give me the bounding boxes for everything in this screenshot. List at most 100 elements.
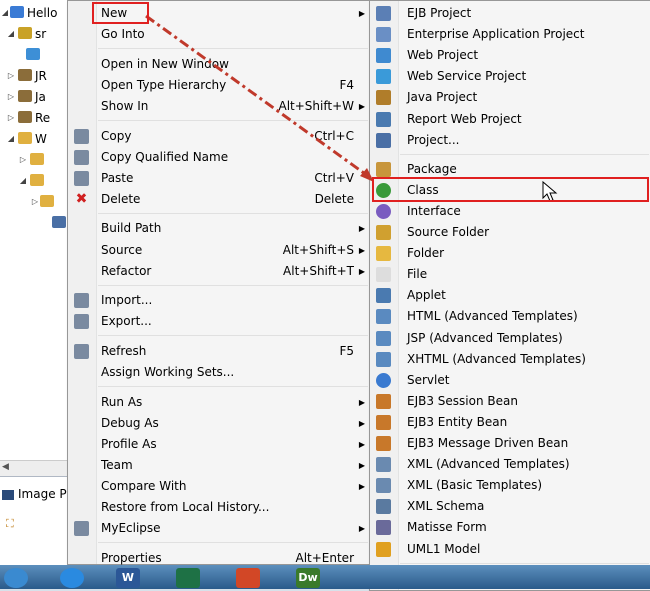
start-orb[interactable] <box>4 568 28 588</box>
expand-twisty-icon[interactable]: ▷ <box>18 150 28 170</box>
new-web-service-project[interactable]: Web Service Project <box>370 66 650 87</box>
new-html-advanced-templates[interactable]: HTML (Advanced Templates) <box>370 306 650 327</box>
expand-twisty-icon[interactable]: ▷ <box>6 87 16 107</box>
new-report-web-project[interactable]: Report Web Project <box>370 109 650 130</box>
ie-icon[interactable] <box>60 568 84 588</box>
menu-item-label: Team <box>101 457 133 472</box>
expand-twisty-icon[interactable]: ▷ <box>6 66 16 86</box>
menu-item-open-in-new-window[interactable]: Open in New Window <box>68 54 370 75</box>
tree-node-icon <box>18 132 32 144</box>
enterprise-project-icon <box>376 27 391 43</box>
new-java-project[interactable]: Java Project <box>370 87 650 108</box>
tree-row[interactable]: ◢ sr <box>0 24 70 44</box>
tree-row[interactable] <box>0 45 70 65</box>
menu-item-label: Run As <box>101 394 143 409</box>
tree-row[interactable]: ◢ <box>0 171 70 191</box>
menu-item-new[interactable]: New ▶ <box>68 3 370 24</box>
new-xml-basic-templates[interactable]: XML (Basic Templates) <box>370 475 650 496</box>
servlet-icon <box>376 372 391 388</box>
copy-qualified-icon <box>74 149 89 165</box>
tree-row[interactable]: ◢ Hello <box>0 3 70 23</box>
menu-item-label: XML Schema <box>407 499 485 514</box>
new-interface[interactable]: Interface <box>370 201 650 222</box>
expand-twisty-icon[interactable]: ◢ <box>6 129 16 149</box>
tree-row[interactable]: ▷ <box>0 192 70 212</box>
new-xml-schema[interactable]: XML Schema <box>370 496 650 517</box>
menu-item-myeclipse[interactable]: MyEclipse ▶ <box>68 518 370 539</box>
tree-row[interactable] <box>0 213 70 233</box>
new-xml-advanced-templates[interactable]: XML (Advanced Templates) <box>370 454 650 475</box>
new-matisse-form[interactable]: Matisse Form <box>370 517 650 538</box>
new-package[interactable]: Package <box>370 159 650 180</box>
new-web-project[interactable]: Web Project <box>370 45 650 66</box>
menu-item-delete[interactable]: ✖ Delete Delete <box>68 189 370 210</box>
menu-item-copy[interactable]: Copy Ctrl+C <box>68 126 370 147</box>
menu-item-profile-as[interactable]: Profile As ▶ <box>68 434 370 455</box>
tree-row[interactable]: ▷ Ja <box>0 87 70 107</box>
menu-item-build-path[interactable]: Build Path ▶ <box>68 218 370 239</box>
menu-item-label: JSP (Advanced Templates) <box>407 330 563 345</box>
new-class[interactable]: Class <box>370 180 650 201</box>
powerpoint-icon[interactable] <box>236 568 260 588</box>
folder-icon <box>376 246 391 262</box>
menu-item-shortcut: Ctrl+V <box>314 170 354 185</box>
excel-icon[interactable] <box>176 568 200 588</box>
menu-item-import[interactable]: Import... <box>68 290 370 311</box>
menu-item-paste[interactable]: Paste Ctrl+V <box>68 168 370 189</box>
new-enterprise-application-project[interactable]: Enterprise Application Project <box>370 24 650 45</box>
paste-icon <box>74 170 89 186</box>
menu-item-team[interactable]: Team ▶ <box>68 455 370 476</box>
expand-twisty-icon[interactable]: ◢ <box>6 24 16 44</box>
new-ejb3-message-driven-bean[interactable]: EJB3 Message Driven Bean <box>370 433 650 454</box>
menu-item-copy-qualified-name[interactable]: Copy Qualified Name <box>68 147 370 168</box>
new-applet[interactable]: Applet <box>370 285 650 306</box>
menu-item-shortcut: Delete <box>314 191 354 206</box>
submenu-arrow-icon: ▶ <box>358 9 365 18</box>
menu-item-label: Refresh <box>101 343 147 358</box>
menu-item-export[interactable]: Export... <box>68 311 370 332</box>
menu-item-shortcut: Alt+Shift+W <box>278 98 355 113</box>
submenu-arrow-icon: ▶ <box>358 101 365 111</box>
new-ejb3-entity-bean[interactable]: EJB3 Entity Bean <box>370 412 650 433</box>
new-project[interactable]: Project... <box>370 130 650 151</box>
new-file[interactable]: File <box>370 264 650 285</box>
menu-item-label: Delete <box>101 191 141 206</box>
new-jsp-advanced-templates[interactable]: JSP (Advanced Templates) <box>370 328 650 349</box>
expand-twisty-icon[interactable]: ◢ <box>0 3 10 23</box>
menu-item-open-type-hierarchy[interactable]: Open Type Hierarchy F4 <box>68 75 370 96</box>
menu-item-source[interactable]: Source Alt+Shift+S ▶ <box>68 240 370 261</box>
expand-twisty-icon[interactable]: ◢ <box>18 171 28 191</box>
new-ejb-project[interactable]: EJB Project <box>370 3 650 24</box>
tree-row[interactable]: ▷ Re <box>0 108 70 128</box>
menu-item-assign-working-sets[interactable]: Assign Working Sets... <box>68 362 370 383</box>
new-source-folder[interactable]: Source Folder <box>370 222 650 243</box>
menu-item-refresh[interactable]: Refresh F5 <box>68 341 370 362</box>
expand-twisty-icon[interactable]: ▷ <box>30 192 40 212</box>
menu-item-compare-with[interactable]: Compare With ▶ <box>68 476 370 497</box>
image-preview-icon <box>2 489 14 500</box>
menu-item-refactor[interactable]: Refactor Alt+Shift+T ▶ <box>68 261 370 282</box>
new-folder[interactable]: Folder <box>370 243 650 264</box>
menu-item-run-as[interactable]: Run As ▶ <box>68 392 370 413</box>
new-uml1-model[interactable]: UML1 Model <box>370 539 650 560</box>
scroll-left-arrow-icon[interactable]: ◀ <box>2 462 9 472</box>
word-icon[interactable]: W <box>116 568 140 588</box>
tree-row[interactable]: ◢ W <box>0 129 70 149</box>
menu-item-debug-as[interactable]: Debug As ▶ <box>68 413 370 434</box>
tree-row[interactable]: ▷ <box>0 150 70 170</box>
image-preview-tab[interactable]: Image Pr <box>0 485 71 503</box>
menu-item-restore-from-local-history[interactable]: Restore from Local History... <box>68 497 370 518</box>
expand-twisty-icon[interactable]: ▷ <box>6 108 16 128</box>
new-xhtml-advanced-templates[interactable]: XHTML (Advanced Templates) <box>370 349 650 370</box>
menu-item-show-in[interactable]: Show In Alt+Shift+W ▶ <box>68 96 370 117</box>
tree-row[interactable]: ▷ JR <box>0 66 70 86</box>
tree-node-icon <box>18 27 32 39</box>
import-icon <box>74 293 89 309</box>
new-servlet[interactable]: Servlet <box>370 370 650 391</box>
tree-node-icon <box>18 90 32 102</box>
menu-item-go-into[interactable]: Go Into <box>68 24 370 45</box>
view-menu-icon[interactable]: ⛶ <box>6 517 14 531</box>
dreamweaver-icon[interactable]: Dw <box>296 568 320 588</box>
new-ejb3-session-bean[interactable]: EJB3 Session Bean <box>370 391 650 412</box>
horizontal-scrollbar[interactable]: ◀ <box>0 460 70 476</box>
